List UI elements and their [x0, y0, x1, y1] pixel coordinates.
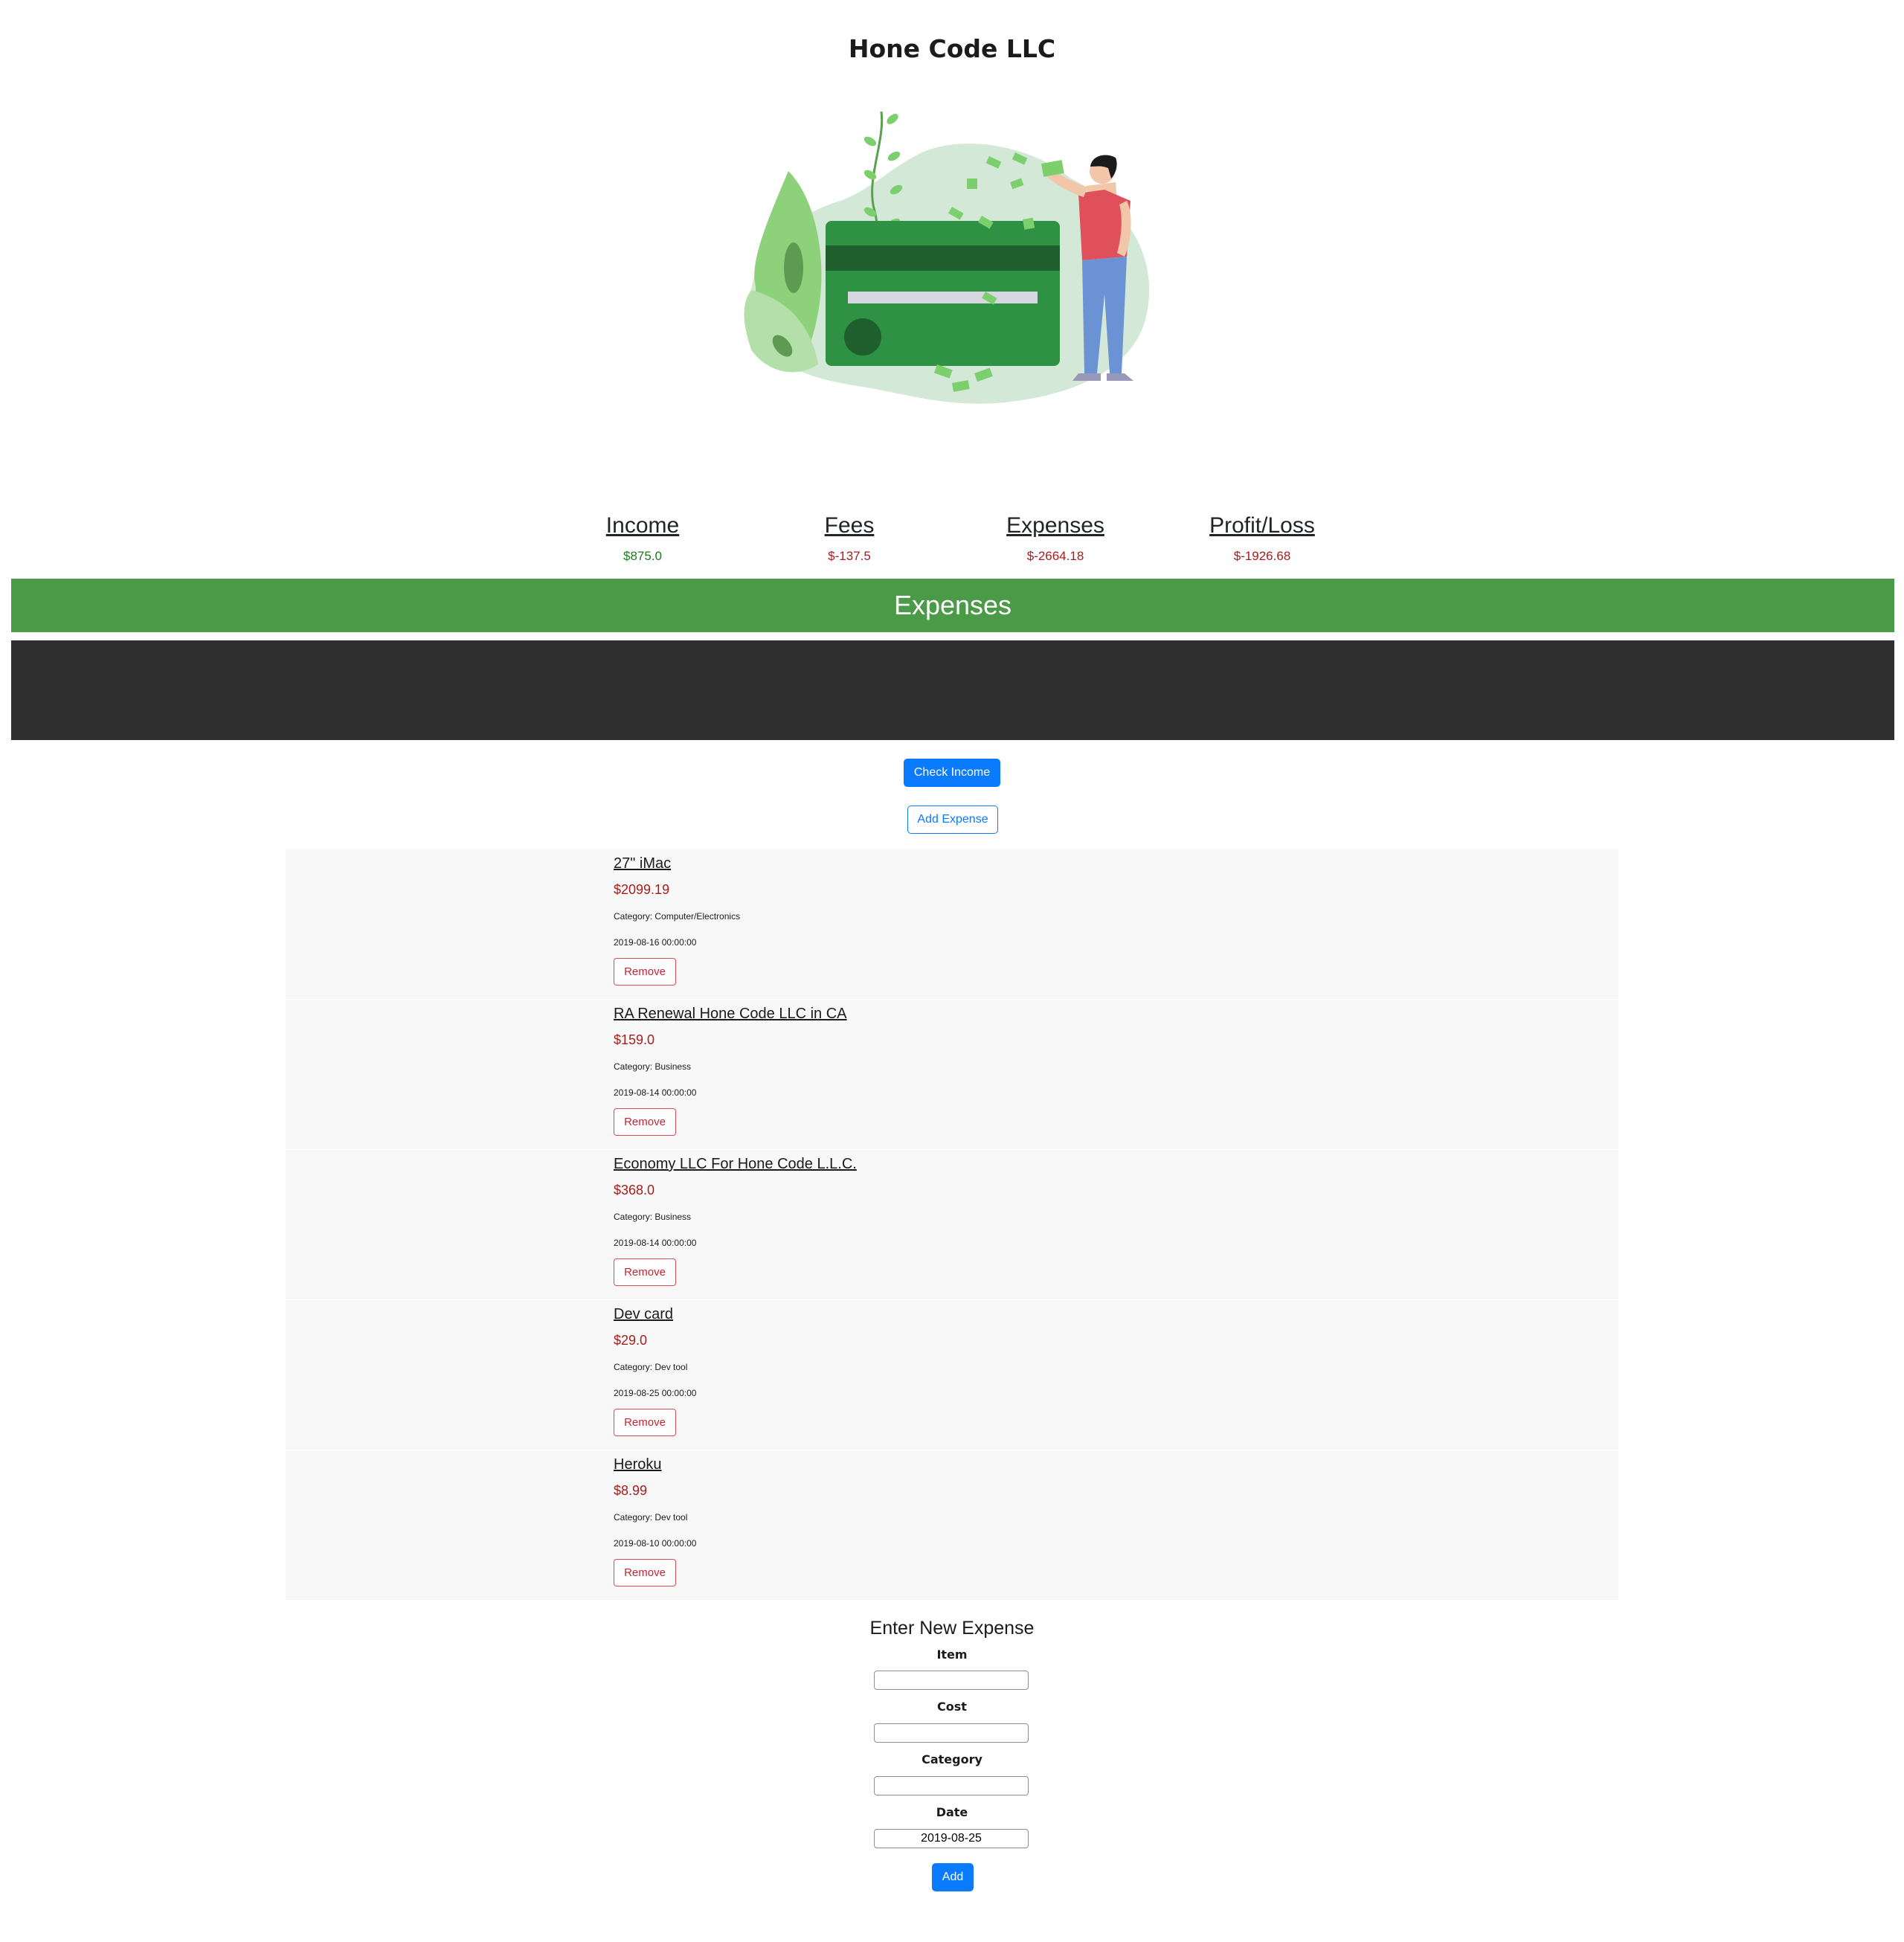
expense-date: 2019-08-16 00:00:00: [614, 937, 697, 948]
remove-button[interactable]: Remove: [614, 1409, 676, 1436]
expense-date: 2019-08-14 00:00:00: [614, 1087, 697, 1098]
date-label: Date: [936, 1805, 968, 1819]
remove-button[interactable]: Remove: [614, 958, 676, 986]
expense-list: 27" iMac $2099.19 Category: Computer/Ele…: [286, 849, 1618, 1601]
expenses-label: Expenses: [1006, 513, 1104, 538]
card-chip: [844, 318, 881, 356]
leaf-spot: [784, 242, 803, 293]
remove-button[interactable]: Remove: [614, 1559, 676, 1586]
expense-date: 2019-08-14 00:00:00: [614, 1238, 697, 1248]
page-title: Hone Code LLC: [848, 34, 1056, 63]
card-signature: [848, 292, 1038, 303]
list-item: RA Renewal Hone Code LLC in CA $159.0 Ca…: [286, 1000, 1618, 1150]
new-expense-form-title: Enter New Expense: [869, 1618, 1035, 1639]
expense-category: Category: Business: [614, 1061, 692, 1072]
fees-value: $-137.5: [828, 549, 871, 563]
list-item: Heroku $8.99 Category: Dev tool 2019-08-…: [286, 1450, 1618, 1601]
check-income-button[interactable]: Check Income: [904, 759, 1000, 787]
expense-name[interactable]: 27" iMac: [614, 855, 671, 872]
dark-banner: [11, 640, 1894, 740]
expense-name[interactable]: Heroku: [614, 1456, 661, 1473]
category-label: Category: [922, 1752, 982, 1766]
remove-button[interactable]: Remove: [614, 1108, 676, 1136]
add-button[interactable]: Add: [932, 1863, 974, 1891]
profit-loss-value: $-1926.68: [1233, 549, 1291, 563]
category-input[interactable]: [874, 1776, 1029, 1795]
expenses-section-header: Expenses: [11, 579, 1894, 632]
summary-profit-loss: Profit/Loss $-1926.68: [1165, 513, 1359, 564]
cost-label: Cost: [937, 1700, 967, 1714]
expense-category: Category: Dev tool: [614, 1362, 688, 1372]
expense-name[interactable]: Dev card: [614, 1306, 673, 1323]
date-input[interactable]: [874, 1829, 1029, 1848]
add-expense-button[interactable]: Add Expense: [907, 806, 998, 834]
expense-name[interactable]: Economy LLC For Hone Code L.L.C.: [614, 1156, 857, 1173]
expense-category: Category: Business: [614, 1212, 692, 1222]
expense-cost: $8.99: [614, 1483, 648, 1498]
expense-date: 2019-08-10 00:00:00: [614, 1538, 697, 1549]
profit-loss-label: Profit/Loss: [1209, 513, 1315, 538]
list-item: 27" iMac $2099.19 Category: Computer/Ele…: [286, 849, 1618, 1000]
expenses-value: $-2664.18: [1026, 549, 1084, 563]
summary-fees: Fees $-137.5: [753, 513, 946, 564]
expense-cost: $2099.19: [614, 882, 670, 897]
hero-illustration: [744, 111, 1150, 404]
item-label: Item: [936, 1647, 968, 1662]
fees-label: Fees: [824, 513, 875, 538]
list-item: Economy LLC For Hone Code L.L.C. $368.0 …: [286, 1150, 1618, 1300]
summary-income: Income $875.0: [546, 513, 739, 564]
list-item: Dev card $29.0 Category: Dev tool 2019-0…: [286, 1300, 1618, 1450]
expense-cost: $368.0: [614, 1183, 655, 1197]
cost-input[interactable]: [874, 1723, 1029, 1743]
expense-cost: $159.0: [614, 1032, 655, 1047]
income-label: Income: [605, 513, 680, 538]
expense-date: 2019-08-25 00:00:00: [614, 1388, 697, 1398]
expense-category: Category: Dev tool: [614, 1512, 688, 1523]
card-stripe: [826, 245, 1060, 271]
expense-category: Category: Computer/Electronics: [614, 911, 741, 922]
expense-name[interactable]: RA Renewal Hone Code LLC in CA: [614, 1006, 847, 1023]
remove-button[interactable]: Remove: [614, 1258, 676, 1286]
item-input[interactable]: [874, 1671, 1029, 1690]
summary-expenses: Expenses $-2664.18: [959, 513, 1152, 564]
income-value: $875.0: [623, 549, 662, 563]
expense-cost: $29.0: [614, 1333, 648, 1348]
